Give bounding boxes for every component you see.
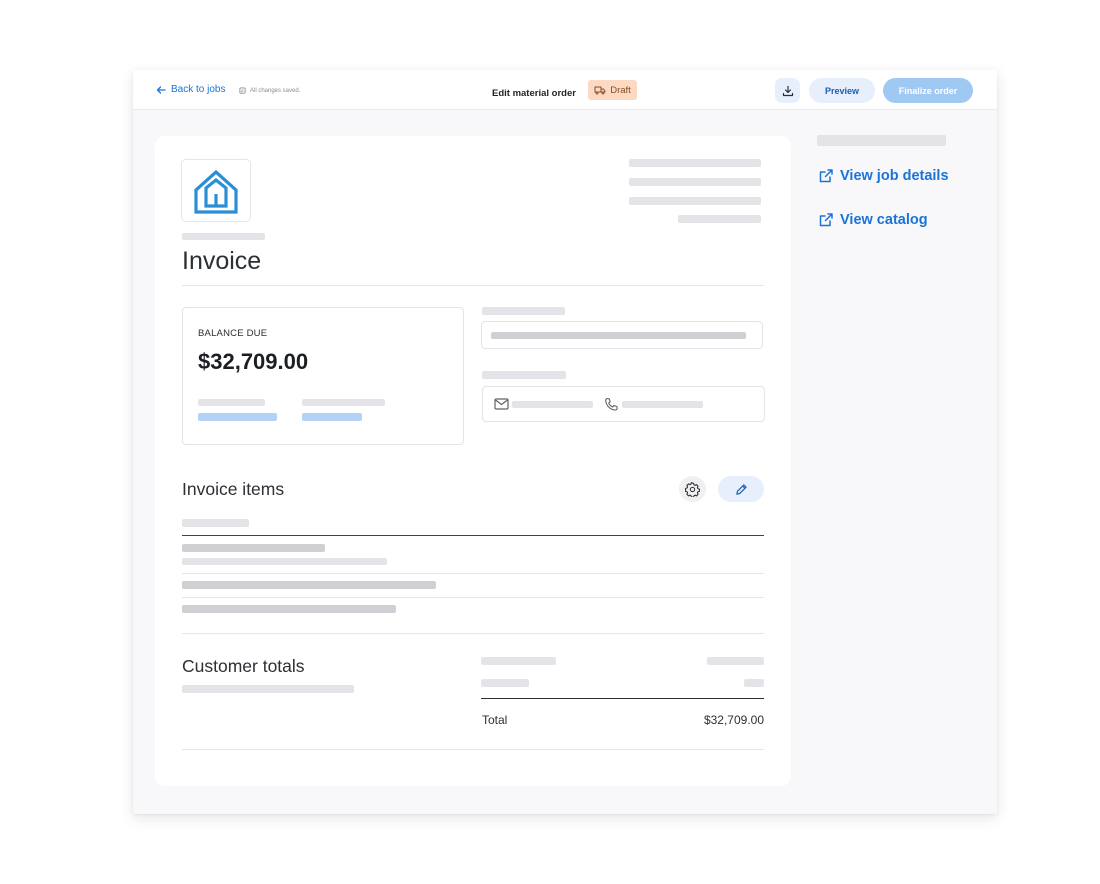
pencil-icon [735,483,747,495]
balance-due-label: BALANCE DUE [198,328,268,339]
gear-icon [685,481,700,497]
status-badge-label: Draft [610,84,631,96]
finalize-order-button[interactable]: Finalize order [883,78,973,103]
field-label-placeholder [482,371,566,379]
page-title: Edit material order [492,88,576,99]
edit-items-button[interactable] [718,476,764,502]
contact-field[interactable] [482,386,765,422]
table-row-divider [182,597,764,598]
preview-button[interactable]: Preview [809,78,875,103]
external-link-icon [819,213,833,227]
address-placeholder [629,197,761,205]
view-catalog-label: View catalog [840,212,928,228]
invoice-card: Invoice BALANCE DUE $32,709.00 Invoice i… [155,136,791,786]
email-placeholder [512,401,593,408]
date-label-placeholder [302,399,385,406]
date-value-placeholder [198,413,277,421]
save-status: All changes saved. [239,87,300,94]
house-logo [194,169,238,214]
arrow-left-icon [156,85,166,94]
field-label-placeholder [482,307,565,315]
truck-icon [594,86,606,95]
items-settings-button[interactable] [679,476,706,502]
totals-row-label-placeholder [481,657,556,665]
balance-due-amount: $32,709.00 [198,349,309,374]
mail-icon [494,398,509,410]
totals-row-value-placeholder [744,679,764,687]
address-placeholder [678,215,761,223]
totals-row-value-placeholder [707,657,764,665]
invoice-title: Invoice [182,247,262,275]
total-label: Total [482,713,508,727]
app-window: Back to jobs All changes saved. Edit mat… [133,70,997,814]
back-to-jobs-label: Back to jobs [171,84,226,95]
divider [182,285,764,286]
address-placeholder [629,159,761,167]
column-header-placeholder [182,519,249,527]
back-to-jobs-link[interactable]: Back to jobs [156,84,225,95]
table-row-placeholder [182,605,396,613]
table-row-placeholder [182,558,387,565]
totals-divider [481,698,764,699]
table-header-divider [182,535,764,536]
sidebar-heading-placeholder [817,135,946,146]
view-catalog-link[interactable]: View catalog [818,212,928,228]
view-job-details-label: View job details [840,168,949,184]
table-row-placeholder [182,544,325,552]
phone-placeholder [622,401,703,408]
customer-totals-title: Customer totals [182,656,305,676]
divider [182,633,764,634]
download-icon [782,85,793,96]
date-label-placeholder [198,399,265,406]
date-value-placeholder [302,413,362,421]
download-button[interactable] [775,78,800,103]
external-link-icon [819,169,833,183]
divider [182,749,764,750]
address-placeholder [629,178,761,186]
status-badge: Draft [588,80,637,100]
view-job-details-link[interactable]: View job details [818,168,949,184]
customer-field[interactable] [481,321,763,349]
balance-due-box: BALANCE DUE $32,709.00 [182,307,464,445]
document-icon [239,87,246,94]
totals-row-label-placeholder [481,679,529,687]
company-logo [181,159,251,222]
company-name-placeholder [182,233,265,240]
total-value: $32,709.00 [703,713,764,727]
top-bar: Back to jobs All changes saved. Edit mat… [133,70,997,110]
phone-icon [605,397,618,411]
table-row-divider [182,573,764,574]
invoice-items-title: Invoice items [182,479,285,499]
totals-subtitle-placeholder [182,685,354,693]
field-value-placeholder [491,332,746,339]
table-row-placeholder [182,581,436,589]
save-status-text: All changes saved. [250,87,301,94]
